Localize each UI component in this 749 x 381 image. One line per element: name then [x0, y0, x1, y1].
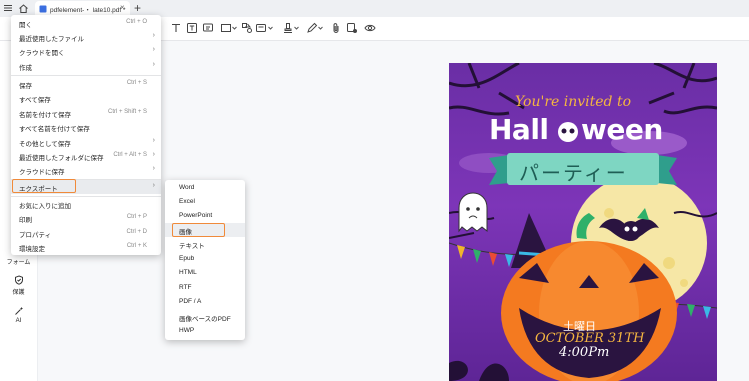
- halloween-poster-page: You're invited to Hall ween パーティー 土曜日 OC…: [449, 63, 717, 381]
- rail-item-ai[interactable]: AI: [0, 306, 37, 324]
- textbox-tool-icon[interactable]: [186, 22, 198, 34]
- rail-form-label: フォーム: [6, 260, 31, 266]
- menu-item-print[interactable]: 印刷 Ctrl + P: [11, 211, 161, 225]
- shortcut-label: Ctrl + D: [126, 229, 147, 235]
- chevron-down-icon[interactable]: [232, 26, 237, 30]
- chevron-right-icon: ›: [152, 182, 155, 189]
- poster-date-text: OCTOBER 31TH: [535, 331, 645, 346]
- export-pdfa[interactable]: PDF / A: [165, 295, 245, 309]
- menu-separator: [11, 75, 161, 76]
- menu-item-recent-files[interactable]: 最近使用したファイル ›: [11, 30, 161, 44]
- eye-icon[interactable]: [364, 22, 376, 34]
- rail-ai-label: AI: [15, 318, 22, 324]
- rail-item-protect[interactable]: 保護: [0, 275, 37, 296]
- chevron-right-icon: ›: [152, 61, 155, 68]
- export-submenu: Word Excel PowerPoint 画像 テキスト Epub HTML …: [165, 180, 245, 340]
- shapes-tool-icon[interactable]: [241, 22, 253, 34]
- rail-item-form[interactable]: フォーム: [0, 257, 37, 266]
- poster-party-text: パーティー: [519, 161, 628, 185]
- shield-icon: [14, 275, 23, 285]
- export-text[interactable]: テキスト: [165, 237, 245, 251]
- shortcut-label: Ctrl + P: [126, 214, 147, 220]
- rail-protect-label: 保護: [12, 290, 25, 296]
- shortcut-label: Ctrl + Alt + S: [113, 152, 147, 158]
- export-word[interactable]: Word: [165, 181, 245, 195]
- menu-item-open[interactable]: 開く Ctrl + O: [11, 16, 161, 30]
- chevron-down-icon[interactable]: [318, 26, 323, 30]
- chevron-right-icon: ›: [152, 46, 155, 53]
- menu-item-save-as-other[interactable]: その他として保存 ›: [11, 135, 161, 149]
- file-menu: 開く Ctrl + O 最近使用したファイル › クラウドを開く › 作成 › …: [11, 15, 161, 255]
- export-epub[interactable]: Epub: [165, 252, 245, 266]
- shortcut-label: Ctrl + O: [126, 19, 147, 25]
- chevron-right-icon: ›: [152, 151, 155, 158]
- menu-item-save-as[interactable]: 名前を付けて保存 Ctrl + Shift + S: [11, 106, 161, 120]
- menu-icon[interactable]: [3, 3, 13, 13]
- stamp-tool-icon[interactable]: [255, 22, 267, 34]
- pdf-file-icon: [39, 5, 47, 13]
- magic-wand-icon: [14, 307, 23, 315]
- menu-item-save-to-recent-folder[interactable]: 最近使用したフォルダに保存 Ctrl + Alt + S ›: [11, 149, 161, 163]
- rectangle-tool-icon[interactable]: [220, 22, 232, 34]
- export-highlight-frame: [12, 179, 76, 193]
- export-excel[interactable]: Excel: [165, 195, 245, 209]
- menu-item-create[interactable]: 作成 ›: [11, 59, 161, 73]
- chevron-down-icon[interactable]: [268, 26, 273, 30]
- pen-tool-icon[interactable]: [306, 22, 318, 34]
- chevron-right-icon: ›: [152, 32, 155, 39]
- menu-item-save[interactable]: 保存 Ctrl + S: [11, 77, 161, 91]
- menu-item-add-favorite[interactable]: お気に入りに追加: [11, 197, 161, 211]
- chevron-right-icon: ›: [152, 165, 155, 172]
- attachment-icon[interactable]: [330, 22, 342, 34]
- export-image-based-pdf[interactable]: 画像ベースのPDF: [165, 310, 245, 324]
- export-hwp[interactable]: HWP: [165, 324, 245, 338]
- menu-item-save-all[interactable]: すべて保存: [11, 91, 161, 105]
- menu-item-save-to-cloud[interactable]: クラウドに保存 ›: [11, 163, 161, 177]
- shortcut-label: Ctrl + S: [126, 80, 147, 86]
- new-tab-button[interactable]: +: [134, 0, 141, 16]
- chevron-down-icon[interactable]: [294, 26, 299, 30]
- callout-tool-icon[interactable]: [202, 22, 214, 34]
- export-rtf[interactable]: RTF: [165, 281, 245, 295]
- poster-time-text: 4:00Pm: [559, 345, 610, 360]
- shortcut-label: Ctrl + K: [126, 243, 147, 249]
- menu-item-open-cloud[interactable]: クラウドを開く ›: [11, 44, 161, 58]
- image-highlight-frame: [172, 223, 225, 237]
- text-tool-icon[interactable]: [170, 22, 182, 34]
- tab-label: pdfelement-・ late10.pdf *: [50, 7, 126, 14]
- menu-item-save-all-as[interactable]: すべて名前を付けて保存: [11, 120, 161, 134]
- poster-title-left: Hall: [489, 113, 549, 146]
- menu-item-preferences[interactable]: 環境設定 Ctrl + K: [11, 240, 161, 254]
- menu-item-properties[interactable]: プロパティ Ctrl + D: [11, 226, 161, 240]
- export-powerpoint[interactable]: PowerPoint: [165, 209, 245, 223]
- poster-title-right: ween: [581, 113, 663, 146]
- shortcut-label: Ctrl + Shift + S: [107, 109, 147, 115]
- highlighter-tool-icon[interactable]: [282, 22, 294, 34]
- audio-note-icon[interactable]: [346, 22, 358, 34]
- home-icon[interactable]: [18, 3, 29, 14]
- poster-invite-text: You're invited to: [515, 94, 632, 110]
- export-html[interactable]: HTML: [165, 266, 245, 280]
- tab-close-icon[interactable]: ×: [120, 3, 125, 12]
- chevron-right-icon: ›: [152, 137, 155, 144]
